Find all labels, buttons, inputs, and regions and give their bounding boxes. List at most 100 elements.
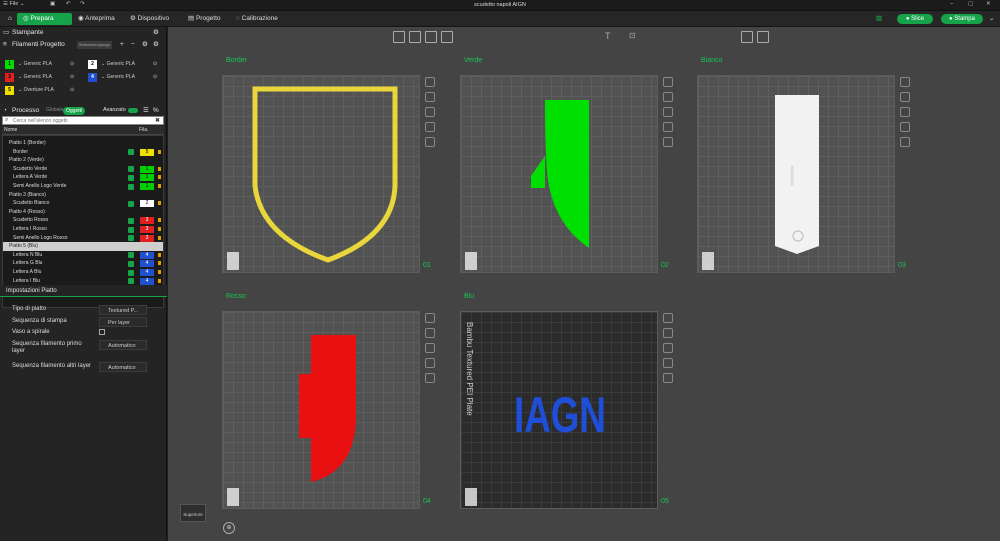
settings-view-icon[interactable] bbox=[757, 31, 769, 43]
orient-plate-icon[interactable] bbox=[425, 343, 435, 353]
modifier-icon[interactable] bbox=[158, 184, 161, 188]
oggetti-toggle[interactable]: Oggetti bbox=[63, 107, 86, 115]
stampa-dropdown-icon[interactable]: ⌄ bbox=[983, 13, 1000, 25]
modifier-icon[interactable] bbox=[158, 218, 161, 223]
setting-select[interactable]: Automatico bbox=[99, 362, 147, 372]
visible-checkbox[interactable] bbox=[128, 226, 134, 233]
build-plate[interactable] bbox=[222, 75, 420, 273]
filament-edit-icon[interactable]: ⊙ bbox=[153, 73, 157, 82]
add-plate-icon[interactable] bbox=[409, 31, 421, 43]
visible-checkbox[interactable] bbox=[128, 174, 134, 181]
verde-model[interactable] bbox=[461, 76, 659, 274]
lock-plate-icon[interactable] bbox=[663, 358, 673, 368]
zoom-fit-icon[interactable]: ⊕ bbox=[223, 522, 235, 534]
filament-slot-1[interactable]: 1 ⌄ Generic PLA ⊙ bbox=[5, 60, 74, 69]
plate-settings-icon[interactable] bbox=[425, 373, 435, 383]
plate-settings-icon[interactable] bbox=[425, 137, 435, 147]
filament-cell[interactable]: 1 bbox=[140, 183, 154, 190]
filament-slot-2[interactable]: 2 ⌄ Generic PLA ⊙ bbox=[88, 60, 157, 69]
orient-plate-icon[interactable] bbox=[663, 107, 673, 117]
add-object-icon[interactable] bbox=[393, 31, 405, 43]
seleziona-spurgo-button[interactable]: Seleziona spurgo bbox=[77, 41, 112, 49]
percent-icon[interactable]: % bbox=[153, 105, 159, 116]
setting-select[interactable]: Automatico bbox=[99, 340, 147, 350]
arrange-plate-icon[interactable] bbox=[663, 92, 673, 102]
tab-anteprima[interactable]: ◉ Anteprima bbox=[72, 13, 121, 25]
tree-object-row[interactable]: Lettera I Rosso 3 bbox=[3, 225, 163, 234]
filament-edit-icon[interactable]: ⊙ bbox=[153, 60, 157, 69]
modifier-icon[interactable] bbox=[158, 175, 161, 180]
add-filament-icon[interactable]: + bbox=[120, 39, 124, 50]
spiral-vase-checkbox[interactable] bbox=[99, 329, 105, 335]
modifier-icon[interactable] bbox=[158, 278, 161, 283]
tree-object-row[interactable]: Border 5 bbox=[3, 148, 163, 157]
modifier-icon[interactable] bbox=[158, 235, 161, 240]
tree-plate-row[interactable]: Piatto 1 (Border) bbox=[3, 139, 163, 148]
bianco-model[interactable]: I bbox=[698, 76, 896, 274]
setting-select[interactable]: Per layer bbox=[99, 317, 147, 327]
visible-checkbox[interactable] bbox=[128, 200, 134, 207]
maximize-icon[interactable]: ▢ bbox=[968, 1, 973, 7]
lock-plate-icon[interactable] bbox=[663, 122, 673, 132]
3d-canvas[interactable]: T ⊡ Border 01 Verde 02 Bianco I 03 Rosso 04 Blu IA… bbox=[168, 27, 1000, 541]
tree-plate-row[interactable]: Piatto 5 (Blu) bbox=[3, 242, 163, 251]
tree-object-row[interactable]: Lettera N Blu 4 bbox=[3, 251, 163, 260]
visible-checkbox[interactable] bbox=[128, 166, 134, 173]
visible-checkbox[interactable] bbox=[128, 235, 134, 242]
arrange-plate-icon[interactable] bbox=[425, 92, 435, 102]
filament-cell[interactable]: 3 bbox=[140, 226, 154, 233]
view-cube[interactable]: Superiore bbox=[180, 504, 206, 522]
text-tool-icon[interactable]: T bbox=[605, 31, 617, 43]
build-plate[interactable] bbox=[460, 75, 658, 273]
avanzato-switch[interactable] bbox=[128, 108, 138, 113]
orient-plate-icon[interactable] bbox=[663, 343, 673, 353]
tree-object-row[interactable]: Lettera I Blu 4 bbox=[3, 277, 163, 286]
arrange-plate-icon[interactable] bbox=[900, 92, 910, 102]
plate-settings-icon[interactable] bbox=[663, 373, 673, 383]
plate-label[interactable]: Border bbox=[226, 57, 247, 64]
tree-plate-row[interactable]: Piatto 2 (Verde) bbox=[3, 156, 163, 165]
minimize-icon[interactable]: – bbox=[950, 1, 953, 7]
stampante-header[interactable]: ▭ Stampante ⚙ bbox=[0, 27, 167, 38]
slice-button[interactable]: ● Slice bbox=[897, 14, 933, 24]
search-input[interactable] bbox=[13, 117, 151, 124]
tree-object-row[interactable]: Scudetto Bianco 2 bbox=[3, 199, 163, 208]
filament-cell[interactable]: 1 bbox=[140, 165, 154, 173]
close-plate-icon[interactable] bbox=[663, 77, 673, 87]
filament-cell[interactable]: 4 bbox=[140, 260, 154, 268]
setting-select[interactable]: Textured P... bbox=[99, 305, 147, 315]
filament-cell[interactable]: 1 bbox=[140, 174, 154, 182]
orient-plate-icon[interactable] bbox=[900, 107, 910, 117]
close-plate-icon[interactable] bbox=[663, 313, 673, 323]
globale-toggle[interactable]: Globale bbox=[46, 105, 63, 116]
filament-cell[interactable]: 4 bbox=[140, 277, 154, 285]
modifier-icon[interactable] bbox=[158, 252, 161, 257]
plate-label[interactable]: Rosso bbox=[226, 293, 246, 300]
impostazioni-piatto-tab[interactable]: Impostazioni Piatto bbox=[0, 285, 167, 297]
visible-checkbox[interactable] bbox=[128, 149, 134, 156]
visible-checkbox[interactable] bbox=[128, 269, 134, 276]
arrange-plate-icon[interactable] bbox=[663, 328, 673, 338]
build-plate[interactable] bbox=[222, 311, 420, 509]
lock-plate-icon[interactable] bbox=[425, 358, 435, 368]
visible-checkbox[interactable] bbox=[128, 260, 134, 267]
clear-search-icon[interactable]: ✖ bbox=[155, 117, 160, 124]
tree-plate-row[interactable]: Piatto 3 (Bianco) bbox=[3, 191, 163, 200]
arrange-icon[interactable] bbox=[441, 31, 453, 43]
assembly-view-icon[interactable] bbox=[741, 31, 753, 43]
plate-label[interactable]: Verde bbox=[464, 57, 482, 64]
close-plate-icon[interactable] bbox=[425, 313, 435, 323]
filament-edit-icon[interactable]: ⊙ bbox=[70, 86, 74, 95]
filament-slot-4[interactable]: 4 ⌄ Generic PLA ⊙ bbox=[88, 73, 157, 82]
tree-object-row[interactable]: Semi Anello Logo Verde 1 bbox=[3, 182, 163, 191]
build-plate[interactable]: IAGN Bambu Textured PEI Plate bbox=[460, 311, 658, 509]
stampa-button[interactable]: ● Stampa bbox=[941, 14, 983, 24]
plate-settings-icon[interactable] bbox=[663, 137, 673, 147]
close-icon[interactable]: ✕ bbox=[986, 1, 991, 7]
modifier-icon[interactable] bbox=[158, 149, 161, 154]
tree-object-row[interactable]: Scudetto Verde 1 bbox=[3, 165, 163, 174]
modifier-icon[interactable] bbox=[158, 227, 161, 231]
build-plate[interactable]: I bbox=[697, 75, 895, 273]
auto-orient-icon[interactable] bbox=[425, 31, 437, 43]
tab-prepara[interactable]: ◎ Prepara bbox=[17, 13, 72, 25]
